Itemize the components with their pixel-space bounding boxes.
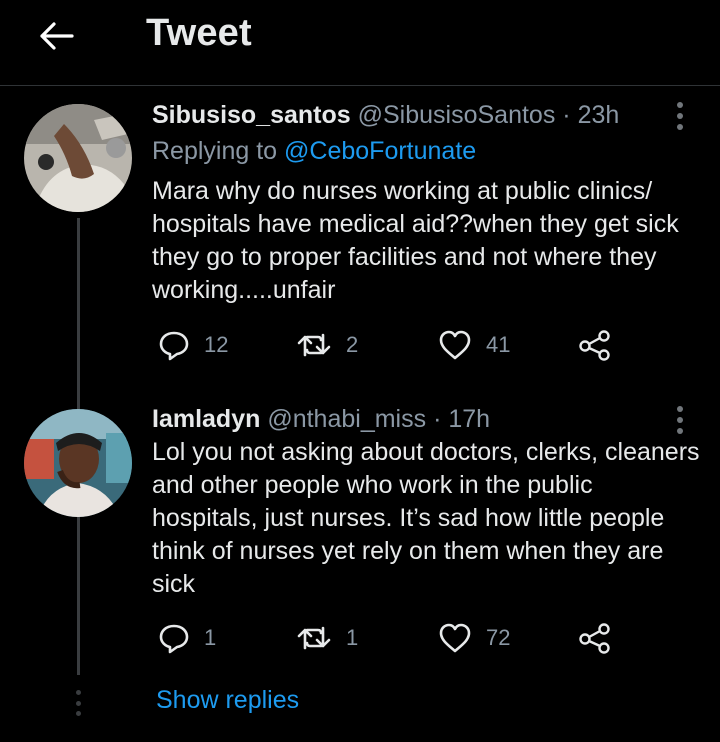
mention-link[interactable]: @CeboFortunate [284, 137, 476, 165]
display-name[interactable]: Sibusiso_santos [152, 101, 351, 129]
tweet-header: Iamladyn @nthabi_miss · 17h [152, 403, 490, 435]
like-icon [439, 623, 471, 653]
share-icon [579, 330, 610, 361]
retweet-count: 1 [346, 625, 359, 650]
reply-icon [159, 331, 189, 361]
top-bar: Tweet [0, 0, 720, 86]
tweet-line: Lol you not asking about doctors, clerks… [152, 438, 700, 466]
tweet-line: think of nurses yet rely on them when th… [152, 537, 664, 565]
avatar-sibusiso[interactable] [24, 104, 132, 212]
tweet-time: · 23h [562, 101, 620, 129]
tweet-line: hospitals, just nurses. It’s sad how lit… [152, 504, 665, 532]
tweet-line: sick [152, 570, 196, 598]
retweet-button[interactable]: 2 [296, 329, 358, 361]
page-title: Tweet [146, 12, 252, 54]
user-handle[interactable]: @SibusisoSantos [358, 101, 556, 129]
tweet-line: hospitals have medical aid??when they ge… [152, 210, 679, 238]
avatar-iamladyn[interactable] [24, 409, 132, 517]
like-icon [439, 330, 471, 360]
reply-icon [159, 624, 189, 654]
tweet-header: Sibusiso_santos @SibusisoSantos · 23h [152, 99, 619, 131]
retweet-icon [297, 626, 331, 650]
tweet-line: and other people who work in the public [152, 471, 593, 499]
retweet-button[interactable]: 1 [296, 622, 358, 654]
share-icon [579, 623, 610, 654]
user-handle[interactable]: @nthabi_miss [267, 405, 426, 433]
replying-to: Replying to @CeboFortunate [152, 135, 476, 167]
tweet-text: Mara why do nurses working at public cli… [152, 175, 712, 307]
back-button[interactable] [34, 14, 78, 58]
reply-count: 1 [204, 625, 217, 650]
avatar-image [24, 104, 132, 212]
avatar-image [24, 409, 132, 517]
reply-count: 12 [204, 332, 229, 357]
like-button[interactable]: 72 [438, 622, 510, 654]
tweet-more-button[interactable] [670, 402, 690, 438]
tweet-line: they go to proper facilities and not whe… [152, 243, 657, 271]
like-button[interactable]: 41 [438, 329, 510, 361]
retweet-count: 2 [346, 332, 359, 357]
like-count: 72 [486, 625, 511, 650]
retweet-icon [297, 333, 331, 357]
tweet-more-button[interactable] [670, 98, 690, 134]
share-button[interactable] [578, 329, 612, 361]
tweet-text: Lol you not asking about doctors, clerks… [152, 436, 712, 601]
reply-button[interactable]: 12 [158, 329, 228, 361]
tweet-time: · 17h [433, 405, 491, 433]
share-button[interactable] [578, 622, 612, 654]
tweet-line: working.....unfair [152, 276, 336, 304]
reply-button[interactable]: 1 [158, 622, 216, 654]
back-arrow-icon [40, 22, 74, 50]
thread-dots [74, 690, 82, 716]
show-replies-link[interactable]: Show replies [156, 686, 299, 715]
more-icon [677, 406, 683, 412]
like-count: 41 [486, 332, 511, 357]
tweet-line: Mara why do nurses working at public cli… [152, 177, 653, 205]
display-name[interactable]: Iamladyn [152, 405, 260, 433]
more-icon [677, 102, 683, 108]
replying-prefix: Replying to [152, 137, 278, 165]
